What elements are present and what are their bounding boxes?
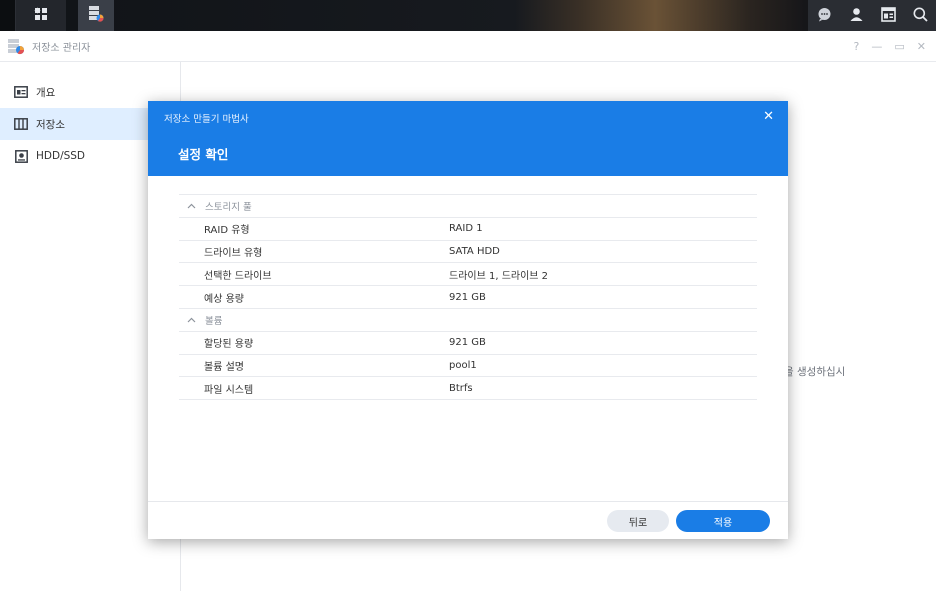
sidebar-item-label: 개요: [36, 86, 56, 99]
apps-grid-icon: [34, 7, 48, 24]
search-button[interactable]: [904, 0, 936, 31]
table-row: 드라이브 유형 SATA HDD: [179, 241, 757, 264]
dialog-header: 저장소 만들기 마법사 ✕ 설정 확인: [148, 101, 788, 176]
taskbar-edge: [0, 0, 16, 31]
row-key: 할당된 용량: [204, 339, 254, 351]
row-value: 921 GB: [449, 337, 486, 349]
widgets-button[interactable]: [872, 0, 904, 31]
user-icon: [849, 7, 864, 25]
row-key: 예상 용량: [204, 293, 244, 305]
create-storage-wizard-dialog: 저장소 만들기 마법사 ✕ 설정 확인 스토리지 풀 RAID 유형 RAID …: [148, 101, 788, 539]
help-button[interactable]: ?: [854, 40, 860, 53]
chat-icon: [817, 7, 832, 25]
back-button[interactable]: 뒤로: [607, 510, 669, 532]
group-label: 볼륨: [205, 315, 223, 327]
chevron-up-icon: [187, 203, 197, 209]
minimize-button[interactable]: —: [871, 40, 882, 53]
table-row: 볼륨 설명 pool1: [179, 355, 757, 378]
wizard-subtitle: 저장소 만들기 마법사: [164, 114, 249, 125]
row-value: RAID 1: [449, 223, 483, 235]
row-key: RAID 유형: [204, 225, 250, 237]
drive-icon: [14, 149, 28, 163]
apply-button[interactable]: 적용: [676, 510, 770, 532]
row-value: 드라이브 1, 드라이브 2: [449, 270, 549, 282]
search-icon: [913, 7, 928, 25]
user-button[interactable]: [840, 0, 872, 31]
restore-button[interactable]: ▭: [894, 40, 904, 53]
group-label: 스토리지 풀: [205, 201, 252, 213]
table-row: 예상 용량 921 GB: [179, 286, 757, 309]
row-key: 볼륨 설명: [204, 361, 244, 373]
storage-manager-icon: [88, 5, 104, 26]
row-value: SATA HDD: [449, 245, 500, 257]
background-hint-text: 을 생성하십시: [784, 366, 846, 378]
storage-manager-app-icon: [7, 37, 25, 55]
taskbar-tray: [808, 0, 936, 31]
group-header-volume[interactable]: 볼륨: [179, 309, 757, 332]
table-row: 파일 시스템 Btrfs: [179, 377, 757, 401]
window-header: 저장소 관리자 ? — ▭ ✕: [0, 31, 936, 62]
sidebar-item-label: HDD/SSD: [36, 150, 86, 162]
settings-summary-table: 스토리지 풀 RAID 유형 RAID 1 드라이브 유형 SATA HDD 선…: [179, 194, 757, 401]
storage-icon: [14, 117, 28, 131]
apps-grid-button[interactable]: [16, 0, 66, 31]
table-row: 선택한 드라이브 드라이브 1, 드라이브 2: [179, 263, 757, 287]
window-controls: ? — ▭ ✕: [854, 31, 926, 62]
row-key: 드라이브 유형: [204, 247, 263, 259]
row-value: Btrfs: [449, 382, 473, 394]
row-key: 파일 시스템: [204, 384, 254, 396]
close-icon[interactable]: ✕: [763, 109, 774, 124]
sidebar-item-label: 저장소: [36, 118, 65, 131]
row-value: 921 GB: [449, 291, 486, 303]
dialog-footer: 뒤로 적용: [148, 501, 788, 539]
row-key: 선택한 드라이브: [204, 270, 272, 282]
chevron-up-icon: [187, 317, 197, 323]
window-title: 저장소 관리자: [32, 42, 91, 54]
taskbar: [0, 0, 936, 31]
group-header-storage-pool[interactable]: 스토리지 풀: [179, 195, 757, 218]
storage-manager-taskbar-button[interactable]: [78, 0, 114, 31]
chat-button[interactable]: [808, 0, 840, 31]
table-row: 할당된 용량 921 GB: [179, 332, 757, 355]
wizard-title: 설정 확인: [178, 147, 229, 162]
overview-icon: [14, 85, 28, 99]
close-window-button[interactable]: ✕: [917, 40, 926, 53]
row-value: pool1: [449, 359, 477, 371]
table-row: RAID 유형 RAID 1: [179, 218, 757, 241]
widgets-icon: [880, 6, 896, 25]
